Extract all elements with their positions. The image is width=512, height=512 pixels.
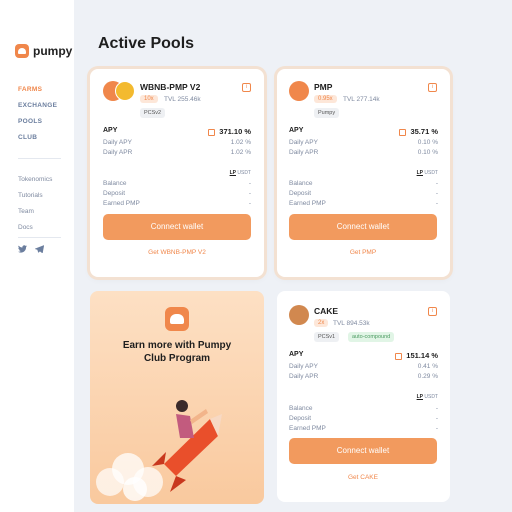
- lp-usdt-toggle[interactable]: LP USDT: [417, 394, 438, 400]
- balance-value: -: [435, 180, 438, 187]
- apy-value: 371.10 %: [208, 127, 251, 136]
- daily-apr-label: Daily APR: [103, 149, 133, 156]
- tag-badge: PCSv1: [314, 332, 340, 342]
- pool-card-cake: CAKE 2x TVL 894.53k PCSv1 auto-compound …: [277, 291, 450, 502]
- earned-label: Earned PMP: [289, 425, 326, 432]
- cake-token-icon: [289, 305, 309, 325]
- tvl: TVL 255.46k: [164, 96, 201, 103]
- daily-apy-label: Daily APY: [289, 139, 318, 146]
- balance-label: Balance: [289, 180, 313, 187]
- connect-wallet-button[interactable]: Connect wallet: [289, 438, 437, 464]
- lp-usdt-toggle[interactable]: LP USDT: [417, 170, 438, 176]
- pool-card-wbnb-pmp: WBNB-PMP V2 10x TVL 255.46k PCSv2 i APY …: [90, 69, 264, 277]
- deposit-label: Deposit: [289, 415, 312, 422]
- social-links: [18, 245, 44, 253]
- deposit-value: -: [248, 190, 251, 197]
- daily-apy-value: 0.10 %: [417, 139, 438, 146]
- calculator-icon[interactable]: [395, 352, 403, 360]
- balance-label: Balance: [103, 180, 127, 187]
- deposit-label: Deposit: [289, 190, 312, 197]
- sidebar: pumpy FARMS EXCHANGE POOLS CLUB Tokenomi…: [0, 0, 74, 512]
- promo-heading: Earn more with Pumpy Club Program: [122, 340, 232, 364]
- balance-value: -: [435, 405, 438, 412]
- apy-value: 35.71 %: [399, 127, 438, 136]
- page-title: Active Pools: [98, 35, 195, 52]
- earned-label: Earned PMP: [289, 200, 326, 207]
- tag-badge: PCSv2: [140, 108, 166, 118]
- info-icon[interactable]: i: [242, 83, 251, 92]
- pool-card-pmp: PMP 0.95x TVL 277.14k Pumpy i APY 35.71 …: [277, 69, 450, 277]
- nav-exchange[interactable]: EXCHANGE: [18, 102, 57, 118]
- daily-apr-label: Daily APR: [289, 373, 319, 380]
- connect-wallet-button[interactable]: Connect wallet: [103, 214, 251, 240]
- daily-apy-label: Daily APY: [289, 363, 318, 370]
- balance-label: Balance: [289, 405, 313, 412]
- deposit-value: -: [435, 415, 438, 422]
- pool-name: CAKE: [314, 306, 339, 316]
- daily-apr-value: 0.10 %: [417, 149, 438, 156]
- get-token-link[interactable]: Get WBNB-PMP V2: [103, 249, 251, 256]
- club-promo-card[interactable]: Earn more with Pumpy Club Program: [90, 291, 264, 504]
- calculator-icon[interactable]: [208, 128, 216, 136]
- tvl: TVL 277.14k: [343, 96, 380, 103]
- apy-label: APY: [289, 351, 304, 358]
- get-token-link[interactable]: Get PMP: [289, 249, 437, 256]
- deposit-value: -: [435, 190, 438, 197]
- earned-label: Earned PMP: [103, 200, 140, 207]
- deposit-label: Deposit: [103, 190, 126, 197]
- pool-name: WBNB-PMP V2: [140, 82, 201, 92]
- pumpy-logo-icon: [15, 44, 29, 58]
- tag-badge: Pumpy: [314, 108, 340, 118]
- daily-apr-label: Daily APR: [289, 149, 319, 156]
- pumpy-token-icon: [289, 81, 309, 101]
- info-icon[interactable]: i: [428, 83, 437, 92]
- divider: [18, 237, 61, 238]
- nav-pools[interactable]: POOLS: [18, 118, 57, 134]
- pool-name: PMP: [314, 82, 333, 92]
- link-tokenomics[interactable]: Tokenomics: [18, 176, 52, 192]
- multiplier-badge: 2x: [314, 319, 329, 327]
- main-nav: FARMS EXCHANGE POOLS CLUB: [18, 86, 57, 150]
- multiplier-badge: 0.95x: [314, 95, 337, 103]
- apy-label: APY: [289, 127, 304, 134]
- pumpy-logo-icon: [165, 307, 189, 331]
- twitter-icon[interactable]: [18, 245, 27, 253]
- get-token-link[interactable]: Get CAKE: [289, 474, 437, 481]
- nav-farms[interactable]: FARMS: [18, 86, 57, 102]
- telegram-icon[interactable]: [35, 245, 44, 253]
- info-icon[interactable]: i: [428, 307, 437, 316]
- connect-wallet-button[interactable]: Connect wallet: [289, 214, 437, 240]
- bnb-token-icon: [115, 81, 135, 101]
- nav-club[interactable]: CLUB: [18, 134, 57, 150]
- divider: [18, 158, 61, 159]
- multiplier-badge: 10x: [140, 95, 158, 103]
- balance-value: -: [248, 180, 251, 187]
- daily-apy-value: 0.41 %: [417, 363, 438, 370]
- earned-value: -: [435, 200, 438, 207]
- earned-value: -: [248, 200, 251, 207]
- lp-usdt-toggle[interactable]: LP USDT: [230, 170, 251, 176]
- brand-name: pumpy: [33, 44, 73, 58]
- link-team[interactable]: Team: [18, 208, 52, 224]
- secondary-nav: Tokenomics Tutorials Team Docs: [18, 176, 52, 240]
- daily-apr-value: 0.29 %: [417, 373, 438, 380]
- link-tutorials[interactable]: Tutorials: [18, 192, 52, 208]
- daily-apy-label: Daily APY: [103, 139, 132, 146]
- rocket-illustration: [96, 400, 222, 501]
- tvl: TVL 894.53k: [333, 320, 370, 327]
- apy-value: 151.14 %: [395, 351, 438, 360]
- earned-value: -: [435, 425, 438, 432]
- apy-label: APY: [103, 127, 118, 134]
- daily-apr-value: 1.02 %: [230, 149, 251, 156]
- auto-compound-badge: auto-compound: [348, 332, 395, 342]
- logo[interactable]: pumpy: [15, 44, 72, 58]
- calculator-icon[interactable]: [399, 128, 407, 136]
- daily-apy-value: 1.02 %: [230, 139, 251, 146]
